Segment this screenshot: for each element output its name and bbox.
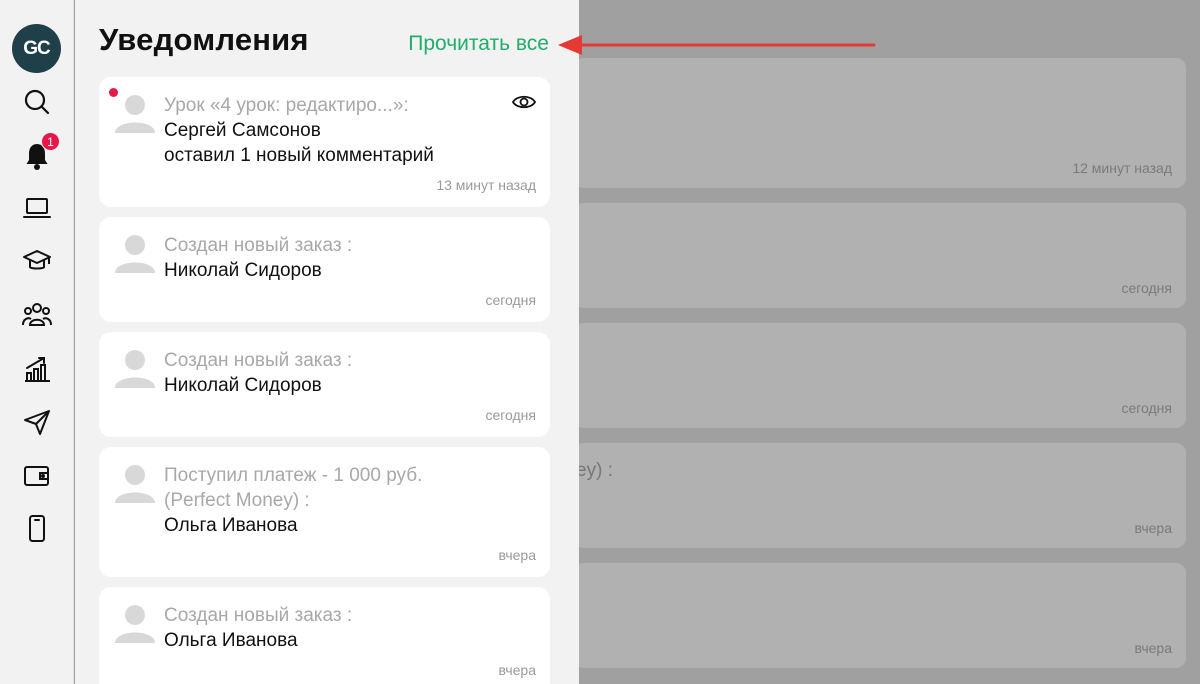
notification-subject: Создан новый заказ : xyxy=(164,350,353,371)
notification-time: сегодня xyxy=(485,407,536,423)
notification-author: Николай Сидоров xyxy=(164,260,322,281)
notification-subject: Поступил платеж - 1 000 руб. (Perfect Mo… xyxy=(164,465,423,511)
graduation-cap-icon[interactable] xyxy=(19,243,55,279)
background-time: 12 минут назад xyxy=(1072,160,1172,176)
read-all-link[interactable]: Прочитать все xyxy=(408,32,549,56)
notification-subject: Создан новый заказ : xyxy=(164,235,353,256)
notification-card[interactable]: Создан новый заказ : Ольга Иванова вчера xyxy=(99,587,550,684)
avatar-icon xyxy=(115,465,155,503)
notification-time: вчера xyxy=(498,547,536,563)
notification-author: Ольга Иванова xyxy=(164,630,298,651)
notifications-button[interactable]: 1 xyxy=(19,132,60,174)
notification-author: Сергей Самсонов xyxy=(164,120,321,141)
background-time: вчера xyxy=(1134,640,1172,656)
logo[interactable]: GC xyxy=(12,24,61,73)
search-icon[interactable] xyxy=(19,84,55,120)
background-card: вчера xyxy=(574,443,1186,548)
notification-author: Николай Сидоров xyxy=(164,375,322,396)
notification-author: Ольга Иванова xyxy=(164,515,298,536)
avatar-icon xyxy=(115,95,155,133)
send-icon[interactable] xyxy=(19,404,55,440)
panel-title: Уведомления xyxy=(99,22,309,57)
notification-subject: Создан новый заказ : xyxy=(164,605,353,626)
wallet-icon[interactable] xyxy=(19,457,55,493)
phone-icon[interactable] xyxy=(19,510,55,546)
avatar-icon xyxy=(115,350,155,388)
laptop-icon[interactable] xyxy=(19,190,55,226)
chart-icon[interactable] xyxy=(19,351,55,387)
notification-time: сегодня xyxy=(485,292,536,308)
background-text-fragment: ey) : xyxy=(576,460,613,481)
notification-card[interactable]: Создан новый заказ : Николай Сидоров сег… xyxy=(99,332,550,437)
notification-card[interactable]: Поступил платеж - 1 000 руб. (Perfect Mo… xyxy=(99,447,550,577)
background-time: вчера xyxy=(1134,520,1172,536)
annotation-arrow xyxy=(558,35,876,55)
background-card: сегодня xyxy=(574,203,1186,308)
notification-card[interactable]: Урок «4 урок: редактиро...»: Сергей Самс… xyxy=(99,77,550,207)
sidebar: GC 1 xyxy=(0,0,74,684)
notification-time: вчера xyxy=(498,662,536,678)
notification-subject: Урок «4 урок: редактиро...»: xyxy=(164,95,409,116)
background-time: сегодня xyxy=(1121,280,1172,296)
notification-count-badge: 1 xyxy=(41,132,60,151)
notification-card[interactable]: Создан новый заказ : Николай Сидоров сег… xyxy=(99,217,550,322)
avatar-icon xyxy=(115,235,155,273)
background-card: вчера xyxy=(574,563,1186,668)
notifications-panel: Уведомления Прочитать все Урок «4 урок: … xyxy=(75,0,579,684)
notification-time: 13 минут назад xyxy=(436,177,536,193)
background-card: сегодня xyxy=(574,323,1186,428)
eye-icon[interactable] xyxy=(512,93,536,111)
avatar-icon xyxy=(115,605,155,643)
background-card: 12 минут назад xyxy=(574,58,1186,188)
users-icon[interactable] xyxy=(19,297,55,333)
background-time: сегодня xyxy=(1121,400,1172,416)
notification-text: оставил 1 новый комментарий xyxy=(164,145,434,166)
